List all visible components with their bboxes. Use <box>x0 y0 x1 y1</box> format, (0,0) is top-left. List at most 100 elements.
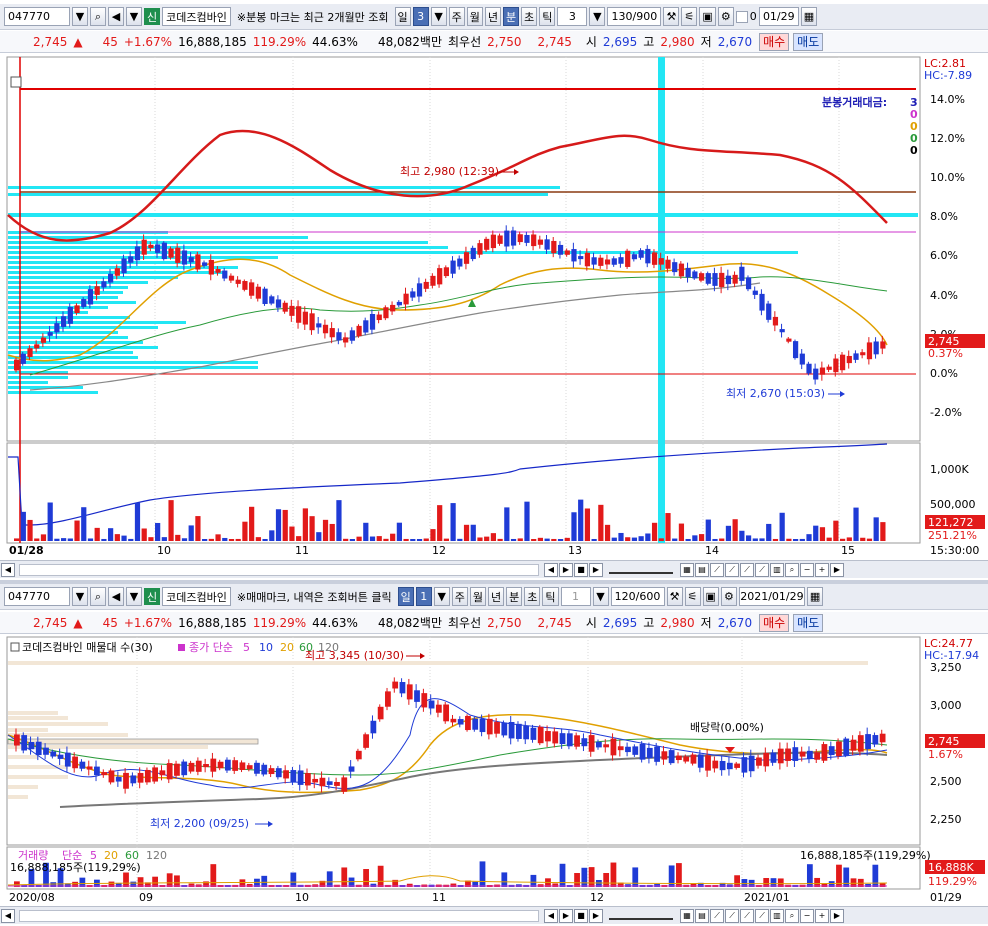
gear-icon[interactable]: ⚙ <box>720 587 737 606</box>
fib-tool-icon[interactable]: ⟋ <box>740 908 754 923</box>
stop-button[interactable]: ■ <box>574 908 588 923</box>
period-number-button[interactable]: 1 <box>415 587 432 606</box>
draw-tool-icon[interactable]: ⟋ <box>710 562 724 577</box>
period-day-button[interactable]: 일 <box>394 7 411 26</box>
draw-tool-icon[interactable]: ⟋ <box>710 908 724 923</box>
menu-dropdown-button[interactable]: ▼ <box>126 7 142 26</box>
speaker-icon[interactable]: ◀ <box>108 7 124 26</box>
chart-settings-icon[interactable]: ⚟ <box>684 587 701 606</box>
period-number-button[interactable]: 3 <box>412 7 429 26</box>
stock-code-input[interactable]: 047770 <box>4 7 70 26</box>
calendar-icon[interactable]: ▦ <box>800 7 818 26</box>
sell-button[interactable]: 매도 <box>793 613 824 632</box>
sell-button[interactable]: 매도 <box>793 32 824 51</box>
chart-settings-icon[interactable]: ⚟ <box>681 7 698 26</box>
period-week-button[interactable]: 주 <box>448 7 465 26</box>
play-button[interactable]: ▶ <box>559 562 573 577</box>
buy-button[interactable]: 매수 <box>759 32 790 51</box>
line-tool-icon[interactable]: ⟋ <box>725 908 739 923</box>
period-dropdown-button[interactable]: ▼ <box>430 7 447 26</box>
code-dropdown-button[interactable]: ▼ <box>72 7 88 26</box>
save-icon[interactable]: ▣ <box>702 587 719 606</box>
period-dropdown-button[interactable]: ▼ <box>433 587 450 606</box>
split-view-icon[interactable]: ▥ <box>770 908 784 923</box>
count-input[interactable]: 130/900 <box>607 7 662 26</box>
date-input[interactable]: 01/29 <box>758 7 799 26</box>
zoom-slider[interactable] <box>609 912 673 920</box>
calendar-icon[interactable]: ▦ <box>806 587 824 606</box>
play-back-button[interactable]: ◀ <box>544 908 558 923</box>
fixed-date-checkbox[interactable] <box>735 10 748 23</box>
interval-dropdown-button[interactable]: ▼ <box>589 7 606 26</box>
company-name[interactable]: 코데즈컴바인 <box>162 7 231 26</box>
zoom-in-button[interactable]: + <box>815 562 829 577</box>
intraday-chart-canvas[interactable]: 최고 2,980 (12:39) 최저 2,670 (15:03) 분봉거래대금… <box>0 55 988 560</box>
scroll-left-button[interactable]: ◀ <box>1 562 15 577</box>
fast-forward-button[interactable]: ▶ <box>589 562 603 577</box>
interval-dropdown-button[interactable]: ▼ <box>592 587 609 606</box>
gear-icon[interactable]: ⚙ <box>717 7 734 26</box>
scroll-right-button[interactable]: ▶ <box>830 562 844 577</box>
zoom-in-button[interactable]: + <box>815 908 829 923</box>
company-name[interactable]: 코데즈컴바인 <box>162 587 231 606</box>
view-mode-icon[interactable]: ▤ <box>695 908 709 923</box>
low-annotation: 최저 2,670 (15:03) <box>726 387 825 400</box>
scroll-right-button[interactable]: ▶ <box>830 908 844 923</box>
period-tick-button[interactable]: 틱 <box>539 7 556 26</box>
zoom-out-button[interactable]: − <box>800 562 814 577</box>
tools-icon[interactable]: ⚒ <box>666 587 683 606</box>
speaker-icon[interactable]: ◀ <box>108 587 124 606</box>
period-second-button[interactable]: 초 <box>521 7 538 26</box>
view-grid-icon[interactable]: ▦ <box>680 908 694 923</box>
scroll-track[interactable] <box>19 909 539 922</box>
view-grid-icon[interactable]: ▦ <box>680 562 694 577</box>
period-minute-button[interactable]: 분 <box>506 587 523 606</box>
stop-button[interactable]: ■ <box>574 562 588 577</box>
scroll-left-button[interactable]: ◀ <box>1 908 15 923</box>
split-view-icon[interactable]: ▥ <box>770 562 784 577</box>
chart-menu-icon[interactable] <box>10 76 22 88</box>
interval-input[interactable]: 1 <box>560 587 591 606</box>
fib-tool-icon[interactable]: ⟋ <box>740 562 754 577</box>
volume-bar <box>282 509 288 541</box>
daily-chart-canvas[interactable]: 최고 3,345 (10/30) 최저 2,200 (09/25) 배당락(0,… <box>0 635 988 908</box>
line-tool-icon[interactable]: ⟋ <box>725 562 739 577</box>
intraday-scrollbar[interactable]: ◀ ◀ ▶ ■ ▶ ▦ ▤ ⟋ ⟋ ⟋ ⟋ ▥ ⌕ − + ▶ <box>0 560 988 578</box>
scroll-track[interactable] <box>19 563 539 576</box>
count-input[interactable]: 120/600 <box>610 587 665 606</box>
trend-tool-icon[interactable]: ⟋ <box>755 908 769 923</box>
fast-forward-button[interactable]: ▶ <box>589 908 603 923</box>
zoom-icon[interactable]: ⌕ <box>785 908 799 923</box>
daily-scrollbar[interactable]: ◀ ◀ ▶ ■ ▶ ▦ ▤ ⟋ ⟋ ⟋ ⟋ ▥ ⌕ − + ▶ <box>0 906 988 924</box>
code-dropdown-button[interactable]: ▼ <box>72 587 88 606</box>
period-day-button[interactable]: 일 <box>397 587 414 606</box>
volume-bar <box>215 534 221 541</box>
view-mode-icon[interactable]: ▤ <box>695 562 709 577</box>
zoom-icon[interactable]: ⌕ <box>785 562 799 577</box>
zoom-slider[interactable] <box>609 566 673 574</box>
play-back-button[interactable]: ◀ <box>544 562 558 577</box>
tools-icon[interactable]: ⚒ <box>663 7 680 26</box>
play-button[interactable]: ▶ <box>559 908 573 923</box>
period-month-button[interactable]: 월 <box>466 7 483 26</box>
buy-button[interactable]: 매수 <box>759 613 790 632</box>
menu-dropdown-button[interactable]: ▼ <box>126 587 142 606</box>
period-year-button[interactable]: 년 <box>484 7 502 26</box>
chart-menu-icon[interactable] <box>10 642 20 652</box>
trend-tool-icon[interactable]: ⟋ <box>755 562 769 577</box>
ma-label: 종가 단순 <box>189 641 233 654</box>
search-icon[interactable]: ⌕ <box>90 7 106 26</box>
stock-code-input[interactable]: 047770 <box>4 587 70 606</box>
search-icon[interactable]: ⌕ <box>90 587 106 606</box>
period-month-button[interactable]: 월 <box>469 587 486 606</box>
period-tick-button[interactable]: 틱 <box>542 587 559 606</box>
period-week-button[interactable]: 주 <box>451 587 468 606</box>
period-minute-button[interactable]: 분 <box>503 7 520 26</box>
interval-input[interactable]: 3 <box>557 7 588 26</box>
period-year-button[interactable]: 년 <box>488 587 505 606</box>
date-input[interactable]: 2021/01/29 <box>738 587 805 606</box>
zoom-out-button[interactable]: − <box>800 908 814 923</box>
save-icon[interactable]: ▣ <box>699 7 716 26</box>
volume-bar <box>537 537 544 541</box>
period-second-button[interactable]: 초 <box>524 587 541 606</box>
